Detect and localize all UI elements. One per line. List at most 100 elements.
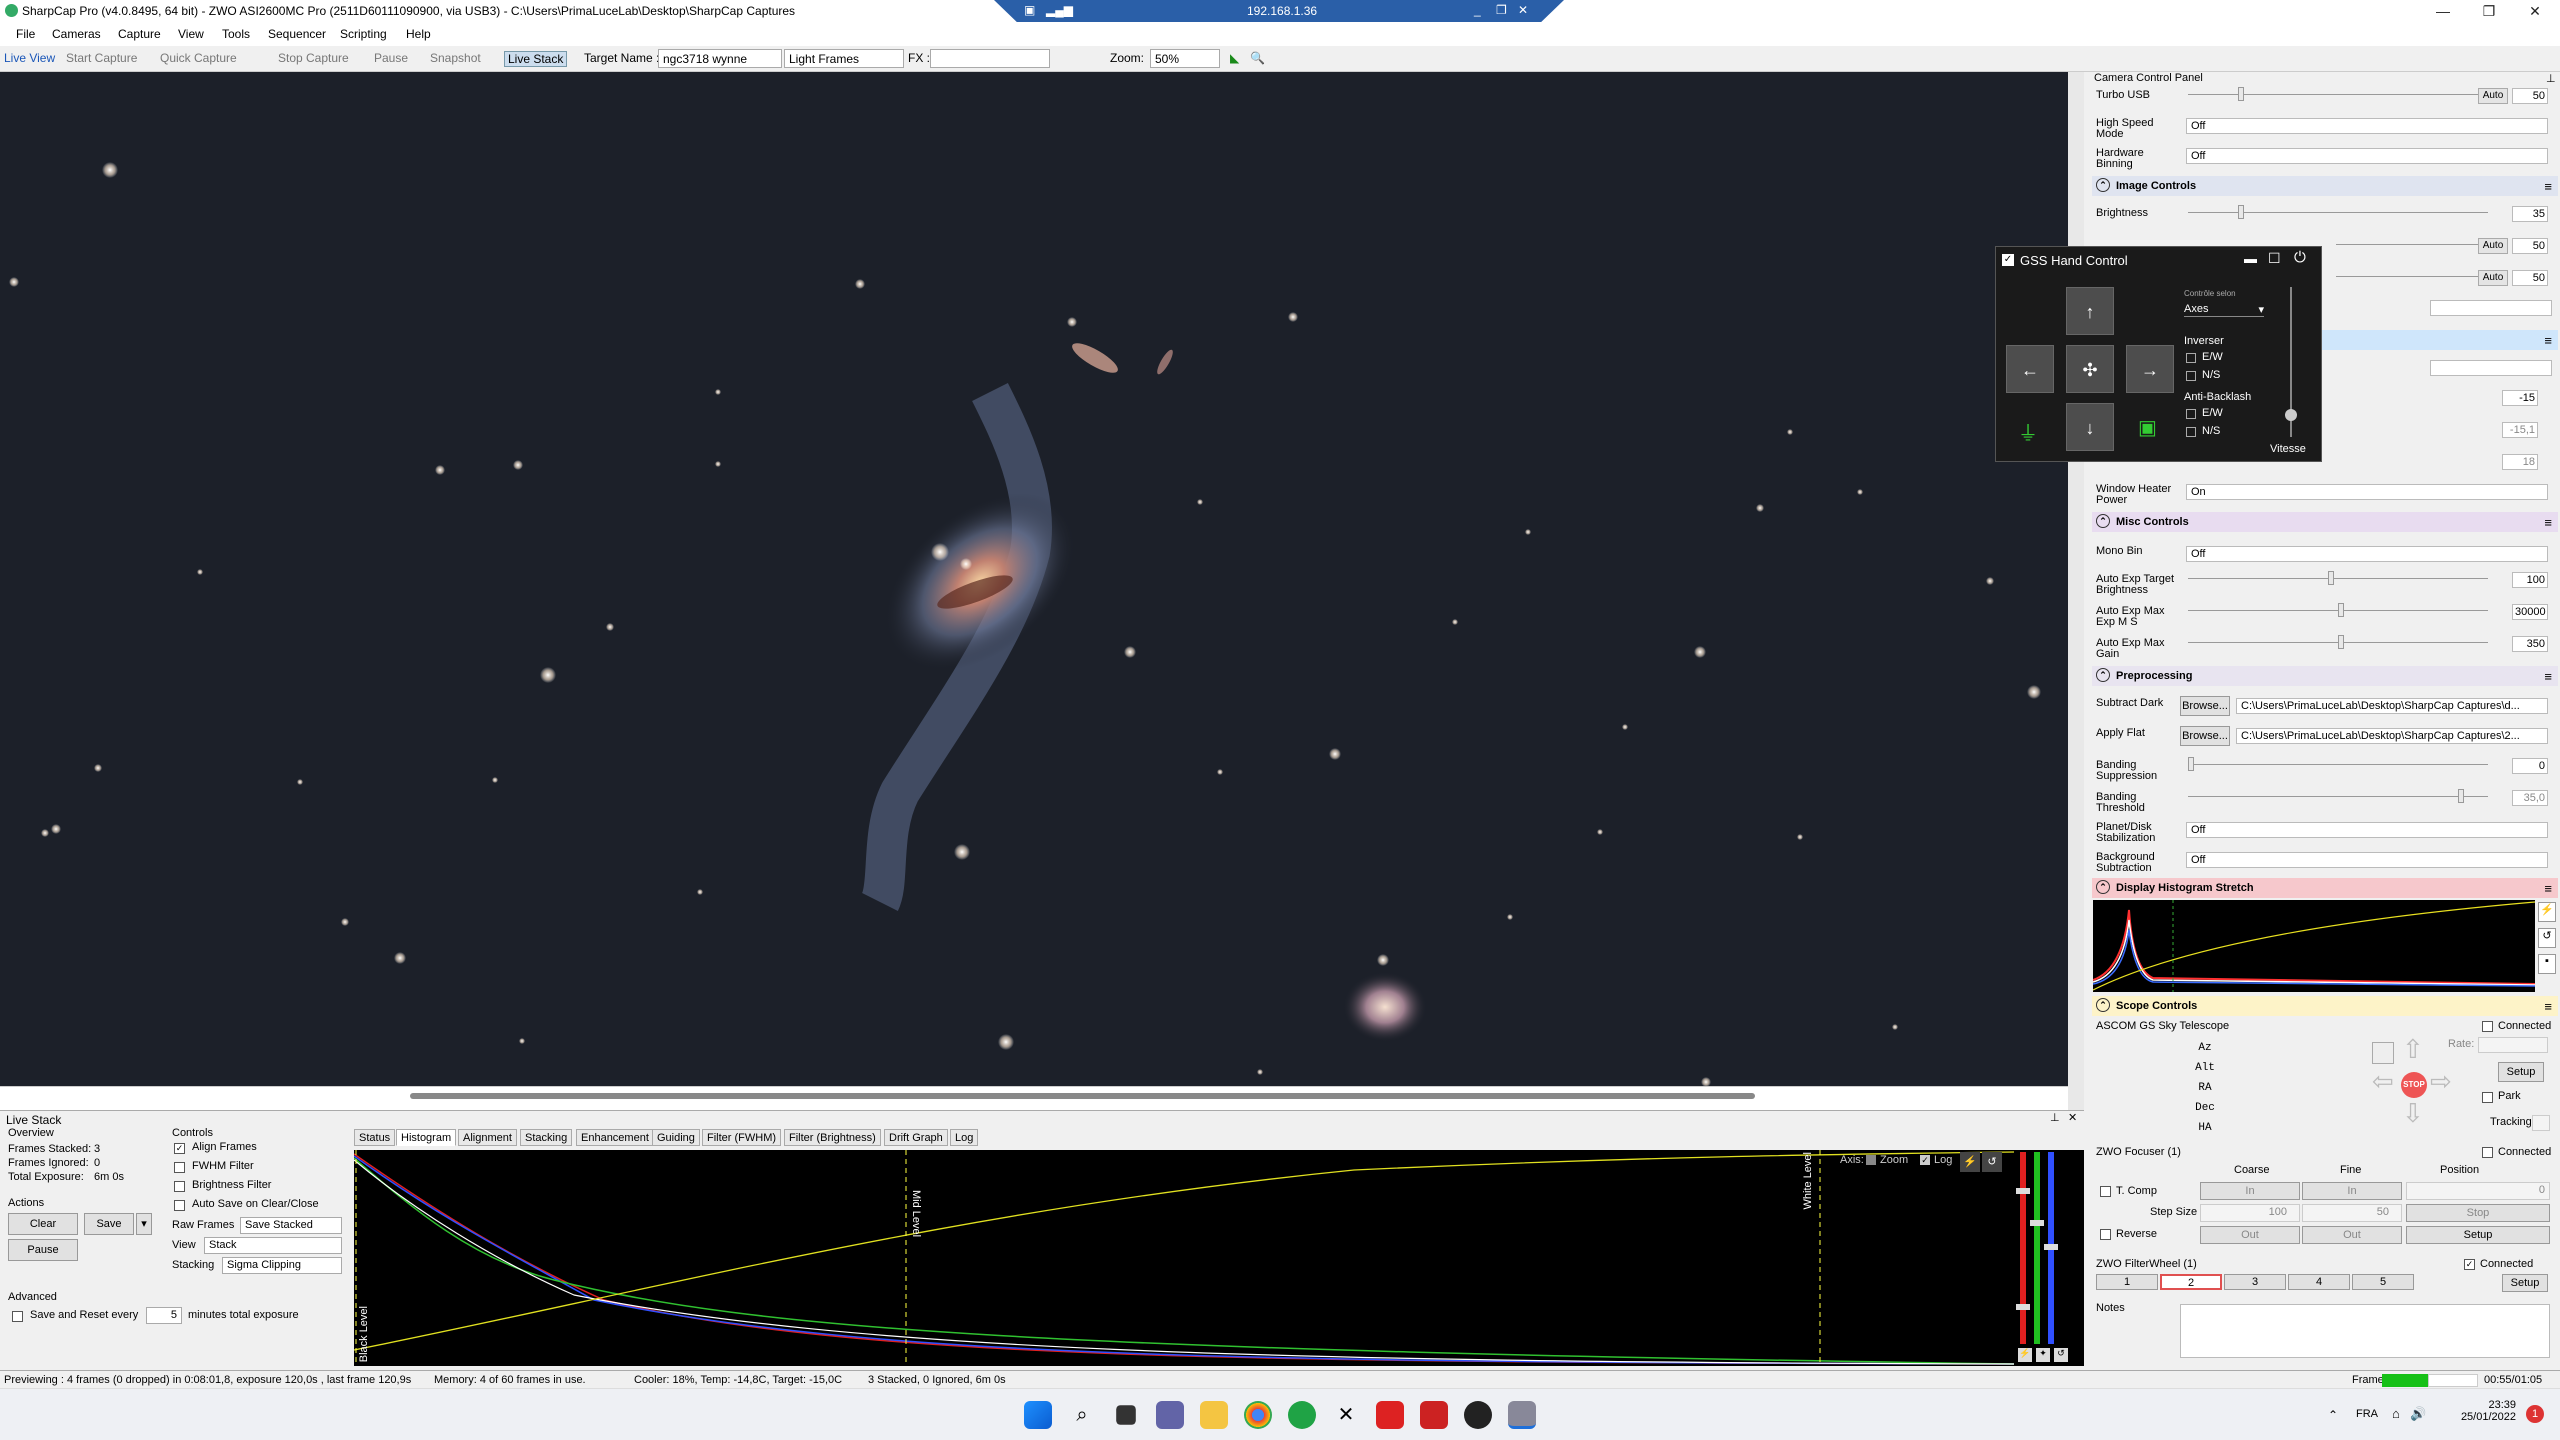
menu-view[interactable]: View [178,27,204,41]
live-view-button[interactable]: Live View [4,51,55,65]
menu-sequencer[interactable]: Sequencer [268,27,326,41]
log-checkbox[interactable]: ✓ [1920,1155,1930,1165]
focus-out-coarse-button[interactable]: Out [2200,1226,2300,1244]
scrollbar-thumb[interactable] [410,1093,1755,1099]
menu-icon[interactable]: ≡ [2544,179,2552,194]
sharpcap-icon[interactable] [1508,1401,1536,1429]
turbo-usb-auto[interactable]: Auto [2478,88,2508,104]
tab-guiding[interactable]: Guiding [652,1129,700,1146]
tab-histogram[interactable]: Histogram [396,1129,457,1146]
raw-frames-select[interactable]: Save Stacked [240,1217,342,1234]
gss-inv-ns-checkbox[interactable] [2186,371,2196,381]
preprocessing-header[interactable]: ⌃ Preprocessing ≡ [2092,666,2558,686]
horizontal-scrollbar[interactable] [0,1086,2068,1110]
control-b-auto[interactable]: Auto [2478,270,2508,286]
image-viewer[interactable] [0,72,2068,1086]
scope-west-icon[interactable]: ⇦ [2372,1066,2394,1097]
filter-4-button[interactable]: 4 [2288,1274,2350,1290]
banding-supp-slider[interactable] [2188,757,2488,771]
live-stack-close-icon[interactable]: ✕ [2068,1111,2077,1124]
notes-textarea[interactable] [2180,1304,2550,1358]
gss-ab-ew-checkbox[interactable] [2186,409,2196,419]
gss-east-button[interactable]: → [2126,345,2174,393]
fwhm-filter-checkbox[interactable] [174,1162,185,1173]
filterwheel-setup-button[interactable]: Setup [2502,1274,2548,1292]
step-fine-input[interactable]: 50 [2302,1204,2402,1222]
apply-flat-browse-button[interactable]: Browse... [2180,726,2230,746]
scope-mode-icon[interactable] [2372,1042,2394,1064]
close-button[interactable]: ✕ [2512,0,2558,22]
scope-south-icon[interactable]: ⇩ [2402,1098,2424,1129]
rd-restore-icon[interactable]: ❐ [1496,3,1507,17]
scope-controls-header[interactable]: ⌃ Scope Controls ≡ [2092,996,2558,1016]
reset-icon[interactable]: ↺ [1982,1152,2002,1172]
stop-capture-button[interactable]: Stop Capture [278,51,349,65]
app-green-icon[interactable] [1288,1401,1316,1429]
bolt-icon[interactable]: ⚡ [2018,1348,2032,1362]
tray-chevron-icon[interactable]: ⌃ [2328,1408,2338,1422]
display-histogram-header[interactable]: ⌃ Display Histogram Stretch ≡ [2092,878,2558,898]
menu-file[interactable]: File [16,27,35,41]
live-stack-button[interactable]: Live Stack [504,51,568,67]
pin-icon[interactable]: ⊥ [2546,72,2556,85]
reset-balance-icon[interactable]: ↺ [2054,1348,2068,1362]
star-icon[interactable]: ✦ [2036,1348,2050,1362]
hw-binning-select[interactable]: Off [2186,148,2548,164]
file-explorer-icon[interactable] [1200,1401,1228,1429]
gss-north-button[interactable]: ↑ [2066,287,2114,335]
brightness-filter-checkbox[interactable] [174,1181,185,1192]
focuser-stop-button[interactable]: Stop [2406,1204,2550,1222]
gss-ab-ns-checkbox[interactable] [2186,427,2196,437]
turbo-usb-slider[interactable] [2188,87,2488,101]
view-select[interactable]: Stack [204,1237,342,1254]
scope-connected-checkbox[interactable] [2482,1021,2493,1032]
focus-in-fine-button[interactable]: In [2302,1182,2402,1200]
menu-scripting[interactable]: Scripting [340,27,387,41]
tab-filter-fwhm[interactable]: Filter (FWHM) [702,1129,782,1146]
menu-capture[interactable]: Capture [118,27,161,41]
auto-exp-gain-value[interactable]: 350 [2512,636,2548,652]
chrome-icon[interactable] [1244,1401,1272,1429]
collapse-icon[interactable]: ⌃ [2096,880,2110,894]
menu-icon[interactable]: ≡ [2544,881,2552,896]
bg-sub-select[interactable]: Off [2186,852,2548,868]
planet-disk-select[interactable]: Off [2186,822,2548,838]
tab-log[interactable]: Log [950,1129,979,1146]
app-x-icon[interactable]: ✕ [1332,1401,1360,1429]
target-name-input[interactable]: ngc3718 wynne [658,49,782,68]
focus-out-fine-button[interactable]: Out [2302,1226,2402,1244]
auto-exp-max-value[interactable]: 30000 [2512,604,2548,620]
rd-minimize-icon[interactable]: _ [1474,3,1481,17]
save-dropdown-icon[interactable]: ▾ [136,1213,152,1235]
pause-stack-button[interactable]: Pause [8,1239,78,1261]
control-a-auto[interactable]: Auto [2478,238,2508,254]
magnifier-icon[interactable]: 🔍 [1250,51,1265,65]
control-b-slider[interactable] [2336,276,2496,277]
save-reset-checkbox[interactable] [12,1311,23,1322]
align-frames-checkbox[interactable]: ✓ [174,1143,185,1154]
control-a-value[interactable]: 50 [2512,238,2548,254]
window-heater-select[interactable]: On [2186,484,2548,500]
pause-button[interactable]: Pause [374,51,408,65]
reverse-checkbox[interactable] [2100,1229,2111,1240]
high-speed-select[interactable]: Off [2186,118,2548,134]
menu-cameras[interactable]: Cameras [52,27,101,41]
task-view-icon[interactable] [1116,1405,1136,1425]
collapse-icon[interactable]: ⌃ [2096,668,2110,682]
scope-setup-button[interactable]: Setup [2498,1062,2544,1082]
network-icon[interactable]: ⌂ [2392,1406,2400,1421]
gss-center-button[interactable]: ✣ [2066,345,2114,393]
banding-thresh-value[interactable]: 35,0 [2512,790,2548,806]
reset-icon[interactable]: ↺ [2538,928,2556,948]
menu-icon[interactable]: ≡ [2544,515,2552,530]
fx-select[interactable] [930,49,1050,68]
mono-bin-select[interactable]: Off [2186,546,2548,562]
tcomp-checkbox[interactable] [2100,1186,2111,1197]
search-icon[interactable]: ⌕ [1068,1401,1096,1429]
volume-icon[interactable]: 🔊 [2410,1406,2426,1422]
auto-exp-gain-slider[interactable] [2188,635,2488,649]
save-reset-input[interactable]: 5 [146,1307,182,1324]
menu-help[interactable]: Help [406,27,431,41]
tab-stacking[interactable]: Stacking [520,1129,573,1146]
stack-histogram[interactable]: Black Level Mid Level White Level Axis: … [353,1150,2015,1366]
